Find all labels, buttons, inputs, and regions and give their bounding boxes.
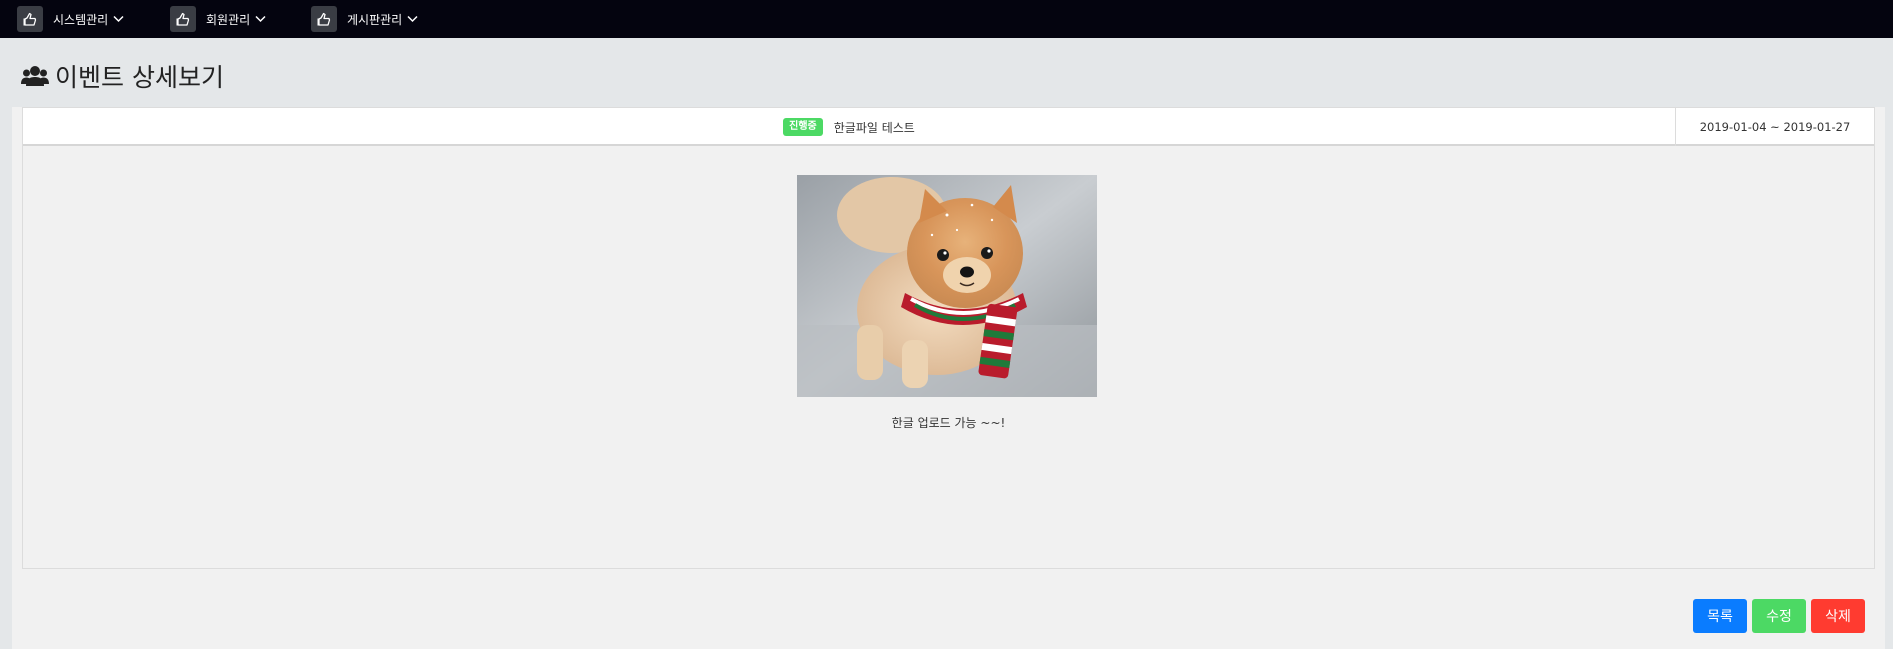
nav-item-board[interactable]: 게시판관리 xyxy=(311,0,418,38)
chevron-down-icon xyxy=(255,15,266,23)
hand-pointer-icon xyxy=(17,6,43,32)
event-title: 한글파일 테스트 xyxy=(833,120,915,135)
page-title: 이벤트 상세보기 xyxy=(21,58,224,94)
chevron-down-icon xyxy=(407,15,418,23)
event-header: 진행중 한글파일 테스트 2019-01-04 ~ 2019-01-27 xyxy=(23,108,1874,146)
nav-label: 게시판관리 xyxy=(347,12,403,27)
page-title-text: 이벤트 상세보기 xyxy=(55,63,224,92)
users-icon xyxy=(21,64,49,88)
event-caption: 한글 업로드 가능 ~~! xyxy=(891,416,1006,430)
nav-label: 회원관리 xyxy=(206,12,251,27)
delete-button[interactable]: 삭제 xyxy=(1811,599,1865,633)
nav-item-members[interactable]: 회원관리 xyxy=(170,0,266,38)
hand-pointer-icon xyxy=(170,6,196,32)
event-title-cell: 진행중 한글파일 테스트 xyxy=(23,108,1675,146)
nav-label: 시스템관리 xyxy=(53,12,109,27)
chevron-down-icon xyxy=(113,15,124,23)
event-detail: 진행중 한글파일 테스트 2019-01-04 ~ 2019-01-27 한글 … xyxy=(22,107,1875,569)
status-badge: 진행중 xyxy=(783,118,823,136)
nav-item-system[interactable]: 시스템관리 xyxy=(17,0,124,38)
edit-button[interactable]: 수정 xyxy=(1752,599,1806,633)
list-button[interactable]: 목록 xyxy=(1693,599,1747,633)
hand-pointer-icon xyxy=(311,6,337,32)
event-period: 2019-01-04 ~ 2019-01-27 xyxy=(1675,108,1874,146)
top-navbar: 시스템관리 회원관리 게시판관리 xyxy=(0,0,1893,38)
event-image xyxy=(797,175,1097,397)
